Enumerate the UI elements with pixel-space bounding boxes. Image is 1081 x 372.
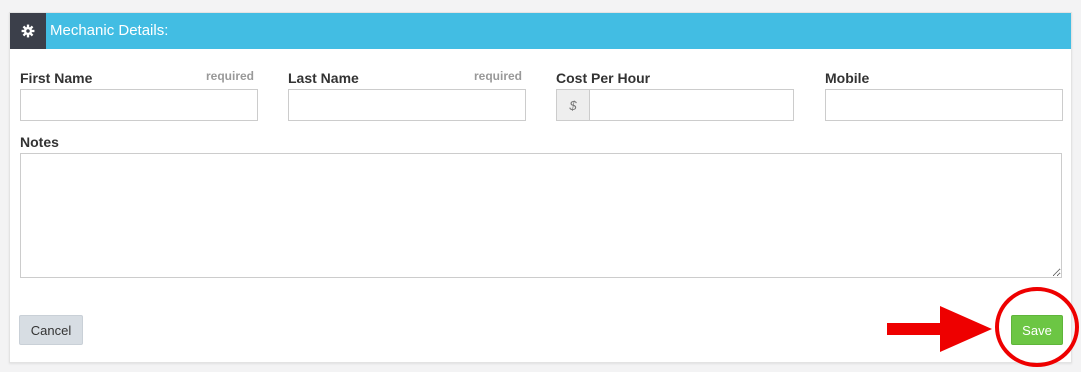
last-name-required: required bbox=[474, 69, 523, 83]
cancel-button[interactable]: Cancel bbox=[19, 315, 83, 345]
save-button[interactable]: Save bbox=[1011, 315, 1063, 345]
notes-textarea[interactable] bbox=[20, 153, 1062, 278]
first-name-input[interactable] bbox=[20, 89, 258, 121]
panel-header: Mechanic Details: bbox=[10, 13, 1071, 49]
cost-per-hour-label: Cost Per Hour bbox=[556, 70, 651, 86]
dollar-prefix: $ bbox=[556, 89, 590, 121]
cost-per-hour-input[interactable] bbox=[589, 89, 794, 121]
first-name-label: First Name bbox=[20, 70, 93, 86]
panel-title: Mechanic Details: bbox=[50, 22, 169, 39]
mobile-input[interactable] bbox=[825, 89, 1063, 121]
last-name-input[interactable] bbox=[288, 89, 526, 121]
gear-icon bbox=[21, 24, 35, 38]
first-name-required: required bbox=[206, 69, 255, 83]
header-icon-box bbox=[10, 13, 46, 49]
notes-label: Notes bbox=[20, 134, 59, 150]
mobile-label: Mobile bbox=[825, 70, 870, 86]
last-name-label: Last Name bbox=[288, 70, 359, 86]
mechanic-details-panel: Mechanic Details: First Name required La… bbox=[9, 12, 1072, 363]
